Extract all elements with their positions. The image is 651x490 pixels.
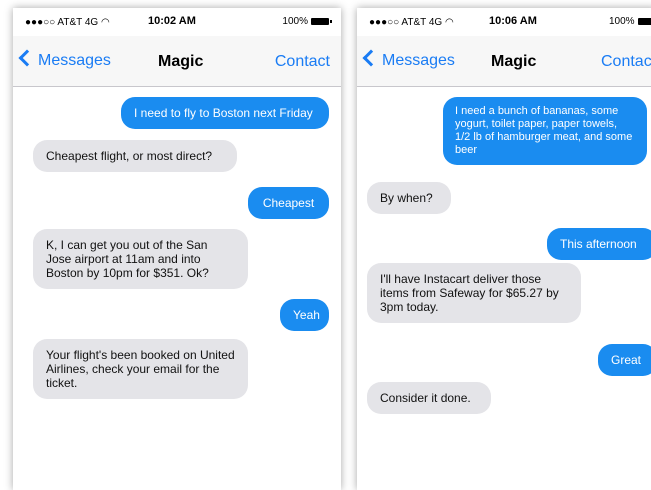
conversation-title: Magic (491, 53, 537, 70)
received-message-bubble: Cheapest flight, or most direct? (33, 140, 237, 172)
conversation-title: Magic (158, 53, 204, 70)
contact-button[interactable]: Contac (601, 53, 651, 71)
carrier-signal: ●●●○○ AT&T 4G ◠ (369, 17, 454, 28)
right-phone-screen: ●●●○○ AT&T 4G ◠ 10:06 AM 100% Messages M… (357, 8, 651, 490)
battery-percent: 100% (282, 16, 308, 27)
battery-status: 100% (282, 16, 332, 27)
sent-message-bubble: Cheapest (248, 187, 329, 219)
received-message-bubble: By when? (367, 182, 451, 214)
carrier-signal: ●●●○○ AT&T 4G ◠ (25, 17, 110, 28)
contact-button[interactable]: Contact (275, 53, 330, 71)
status-bar: ●●●○○ AT&T 4G ◠ 10:06 AM 100% (357, 8, 651, 36)
chevron-left-icon (18, 49, 36, 67)
left-phone-screen: ●●●○○ AT&T 4G ◠ 10:02 AM 100% Messages M… (13, 8, 341, 490)
status-bar: ●●●○○ AT&T 4G ◠ 10:02 AM 100% (13, 8, 341, 36)
back-button[interactable]: Messages (18, 49, 111, 70)
back-button[interactable]: Messages (362, 49, 455, 70)
sent-message-bubble: Yeah (280, 299, 329, 331)
received-message-bubble: K, I can get you out of the San Jose air… (33, 229, 248, 289)
battery-icon (637, 17, 651, 25)
back-label: Messages (382, 52, 455, 69)
received-message-bubble: I'll have Instacart deliver those items … (367, 263, 581, 323)
battery-status: 100% (609, 16, 651, 27)
battery-icon (311, 17, 332, 25)
navigation-bar: Messages Magic Contac (357, 36, 651, 87)
chevron-left-icon (362, 49, 380, 67)
back-label: Messages (38, 52, 111, 69)
sent-message-bubble: This afternoon (547, 228, 651, 260)
status-time: 10:02 AM (148, 15, 196, 27)
navigation-bar: Messages Magic Contact (13, 36, 341, 87)
status-time: 10:06 AM (489, 15, 537, 27)
sent-message-bubble: Great (598, 344, 651, 376)
sent-message-bubble: I need to fly to Boston next Friday (121, 97, 329, 129)
sent-message-bubble: I need a bunch of bananas, some yogurt, … (443, 97, 647, 165)
battery-percent: 100% (609, 16, 635, 27)
received-message-bubble: Consider it done. (367, 382, 491, 414)
received-message-bubble: Your flight's been booked on United Airl… (33, 339, 248, 399)
